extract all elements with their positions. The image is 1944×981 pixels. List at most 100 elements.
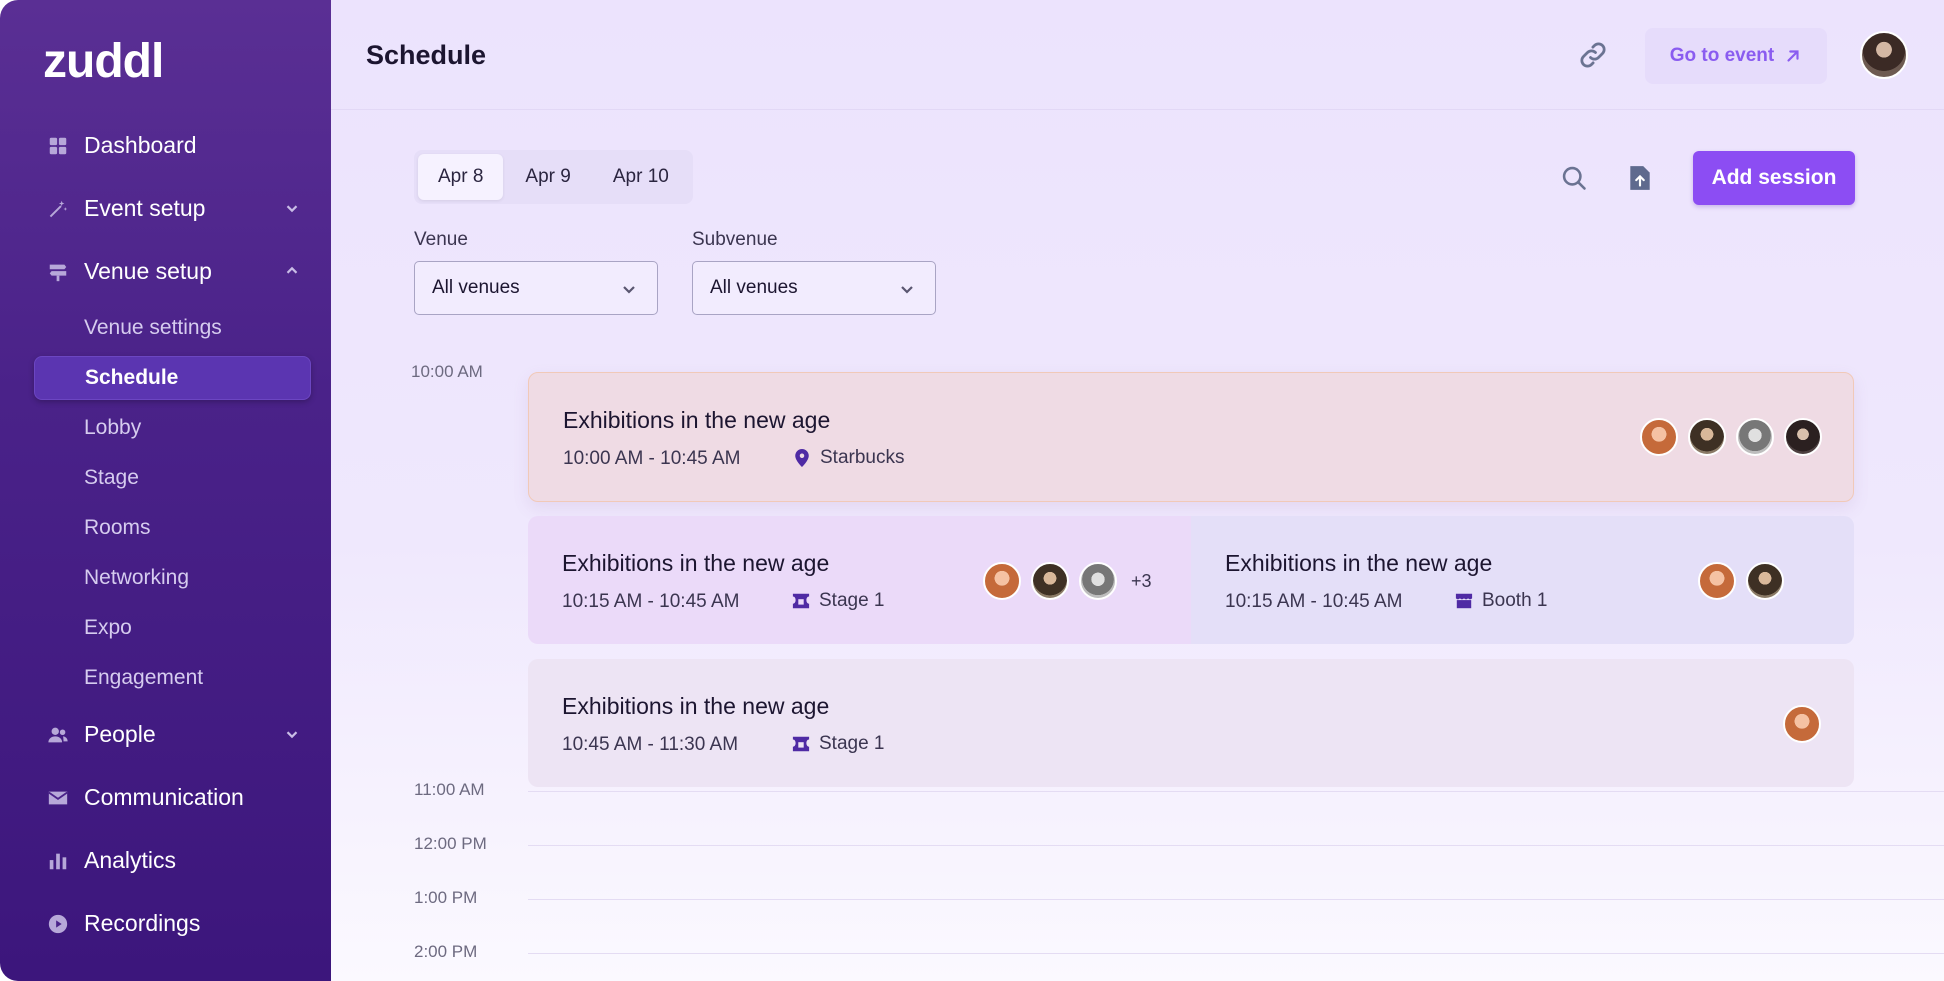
search-icon[interactable] [1560,164,1588,192]
sidebar-subitem-expo[interactable]: Expo [0,603,331,653]
stage-icon [792,593,810,609]
more-speakers-count[interactable]: +3 [1131,571,1152,592]
session-location-name: Booth 1 [1482,590,1548,611]
people-icon [47,724,69,746]
session-time: 10:45 AM - 11:30 AM [562,734,739,755]
session-location-name: Stage 1 [819,590,885,611]
session-location: Stage 1 [792,733,885,755]
chevron-down-icon [621,281,637,297]
sidebar-item-venue-setup[interactable]: Venue setup [0,240,331,303]
speaker-avatars: +3 [983,562,1152,600]
sidebar-subitem-schedule[interactable]: Schedule [34,356,311,400]
avatar[interactable] [983,562,1021,600]
sidebar-item-label: Venue setup [84,258,212,284]
venue-select-value: All venues [432,277,520,298]
sidebar-item-label: Recordings [84,910,201,936]
avatar[interactable] [1746,562,1784,600]
bar-chart-icon [47,850,69,872]
chevron-down-icon [899,281,915,297]
avatar[interactable] [1784,418,1822,456]
sidebar-item-communication[interactable]: Communication [0,766,331,829]
hour-gridline [528,953,1944,954]
sidebar-item-label: Event setup [84,195,206,221]
hour-gridline [528,791,1944,792]
hour-gridline [528,899,1944,900]
add-session-button[interactable]: Add session [1693,151,1855,205]
time-label-2pm: 2:00 PM [414,942,478,961]
speaker-avatars [1698,562,1784,600]
session-card[interactable]: Exhibitions in the new age 10:15 AM - 10… [528,516,1191,644]
time-label-11am: 11:00 AM [414,780,485,799]
session-time: 10:00 AM - 10:45 AM [563,448,741,469]
tab-apr-8[interactable]: Apr 8 [418,154,504,200]
signpost-icon [47,261,69,283]
magic-wand-icon [47,198,69,220]
sidebar-item-label: Analytics [84,847,177,873]
go-to-event-button[interactable]: Go to event [1645,28,1827,84]
sidebar-subitem-rooms[interactable]: Rooms [0,503,331,553]
sidebar-subitem-engagement[interactable]: Engagement [0,653,331,703]
sidebar-subitem-venue-settings[interactable]: Venue settings [0,303,331,353]
subvenue-select-value: All venues [710,277,798,298]
sidebar-item-label: Dashboard [84,132,197,158]
avatar[interactable] [1640,418,1678,456]
chevron-up-icon[interactable] [283,262,301,280]
session-time: 10:15 AM - 10:45 AM [1225,591,1403,612]
booth-icon [1455,593,1473,609]
time-label-1pm: 1:00 PM [414,888,478,907]
subvenue-filter-label: Subvenue [692,229,778,250]
sidebar-subitem-lobby[interactable]: Lobby [0,403,331,453]
session-card[interactable]: Exhibitions in the new age 10:45 AM - 11… [528,659,1854,787]
sidebar-subitem-networking[interactable]: Networking [0,553,331,603]
go-to-event-label: Go to event [1669,45,1775,66]
sidebar-item-recordings[interactable]: Recordings [0,892,331,955]
sidebar-nav: Dashboard Event setup Venue setup Venue … [0,114,331,955]
arrow-up-right-icon [1787,50,1799,62]
avatar[interactable] [1079,562,1117,600]
top-bar: Schedule Go to event [331,0,1944,110]
session-card[interactable]: Exhibitions in the new age 10:00 AM - 10… [528,372,1854,502]
upload-icon[interactable] [1627,164,1653,192]
session-title: Exhibitions in the new age [1225,550,1493,576]
map-pin-icon [795,449,809,467]
subvenue-select[interactable]: All venues [692,261,936,315]
stage-icon [792,736,810,752]
sidebar-item-dashboard[interactable]: Dashboard [0,114,331,177]
session-title: Exhibitions in the new age [563,407,831,433]
avatar[interactable] [1698,562,1736,600]
avatar[interactable] [1736,418,1774,456]
page-title: Schedule [366,40,487,70]
speaker-avatars [1783,705,1821,743]
tab-apr-10[interactable]: Apr 10 [593,154,689,200]
chevron-down-icon[interactable] [283,199,301,217]
sidebar: zuddl Dashboard Event setup Venue setup … [0,0,331,981]
session-location: Starbucks [793,447,904,469]
link-icon[interactable] [1578,40,1608,70]
sidebar-subitem-stage[interactable]: Stage [0,453,331,503]
avatar[interactable] [1688,418,1726,456]
mail-icon [47,787,69,809]
date-tabs: Apr 8 Apr 9 Apr 10 [414,150,693,204]
venue-select[interactable]: All venues [414,261,658,315]
avatar[interactable] [1783,705,1821,743]
sidebar-item-analytics[interactable]: Analytics [0,829,331,892]
session-location-name: Stage 1 [819,733,885,754]
session-title: Exhibitions in the new age [562,550,830,576]
user-avatar[interactable] [1860,31,1908,79]
session-card[interactable]: Exhibitions in the new age 10:15 AM - 10… [1191,516,1854,644]
zuddl-logo[interactable]: zuddl [43,34,164,89]
session-location-name: Starbucks [820,447,905,468]
time-label-10am: 10:00 AM [411,362,483,381]
avatar[interactable] [1031,562,1069,600]
play-icon [47,913,69,935]
venue-filter-label: Venue [414,229,468,250]
session-title: Exhibitions in the new age [562,693,830,719]
hour-gridline [528,845,1944,846]
time-label-12pm: 12:00 PM [414,834,487,853]
sidebar-item-event-setup[interactable]: Event setup [0,177,331,240]
sidebar-item-label: Communication [84,784,244,810]
tab-apr-9[interactable]: Apr 9 [505,154,590,200]
chevron-down-icon[interactable] [283,725,301,743]
sidebar-item-people[interactable]: People [0,703,331,766]
session-location: Booth 1 [1455,590,1548,612]
